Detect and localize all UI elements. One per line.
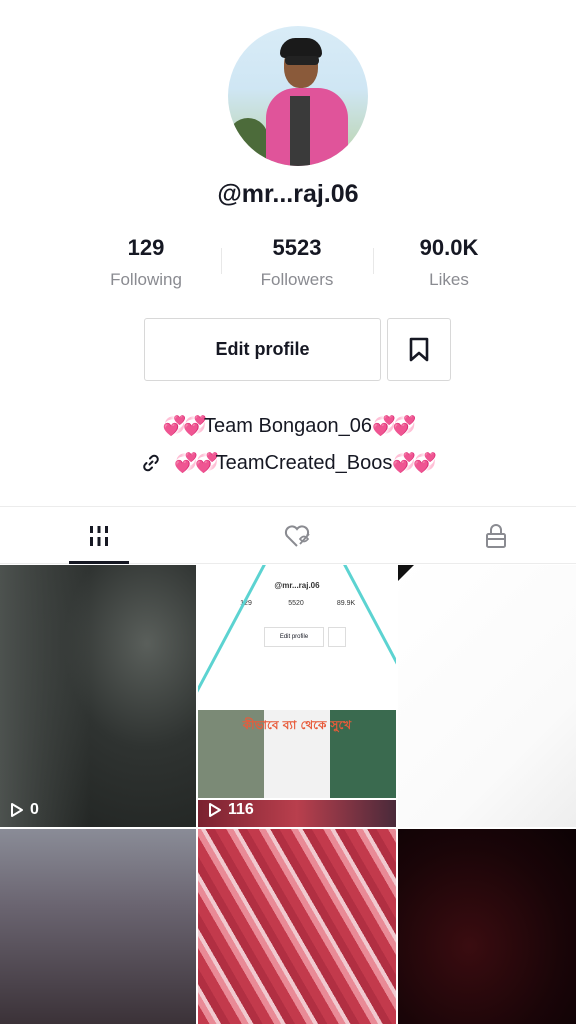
view-count-value: 116 xyxy=(228,801,254,818)
bookmark-icon xyxy=(409,337,429,361)
tab-videos[interactable] xyxy=(3,507,195,565)
embedded-profile-screenshot: @mr...raj.06 129 5520 89.9K Edit profile… xyxy=(198,565,396,827)
video-grid: 0 @mr...raj.06 129 5520 89.9K Edit profi… xyxy=(0,565,576,1024)
hearts-emoji: 💞💞 xyxy=(392,453,436,474)
heart-hidden-icon xyxy=(284,525,310,547)
avatar-sunglasses xyxy=(285,56,319,65)
view-count: 116 xyxy=(208,801,254,819)
stat-likes-label: Likes xyxy=(429,270,469,289)
lock-icon xyxy=(486,524,506,548)
thumb-corner xyxy=(398,565,414,581)
avatar-tree xyxy=(228,118,268,166)
profile-avatar[interactable] xyxy=(228,26,368,166)
hearts-emoji: 💞💞 xyxy=(174,453,218,474)
play-icon xyxy=(209,803,221,817)
hearts-emoji: 💞💞 xyxy=(371,416,416,437)
bio-line-1: 💞💞Team Bongaon_06💞💞 xyxy=(0,414,576,438)
video-thumbnail[interactable]: 0 xyxy=(0,565,196,827)
favorites-button[interactable] xyxy=(387,318,451,381)
mini-bookmark xyxy=(328,627,346,647)
avatar-hair xyxy=(280,38,322,58)
link-icon xyxy=(143,454,160,472)
username: @mr...raj.06 xyxy=(217,180,359,208)
tab-liked[interactable] xyxy=(202,507,394,565)
forest-fog xyxy=(0,565,90,827)
bio-link[interactable]: 💞💞TeamCreated_Boos💞💞 xyxy=(0,451,576,475)
profile-tabs xyxy=(0,506,576,564)
tab-private[interactable] xyxy=(400,507,576,565)
active-tab-indicator xyxy=(69,561,129,564)
video-thumbnail[interactable] xyxy=(398,829,576,1024)
view-count-value: 0 xyxy=(30,801,39,818)
hearts-emoji: 💞💞 xyxy=(162,416,207,437)
stat-likes[interactable]: 90.0K Likes xyxy=(359,234,539,294)
bio-text-1: Team Bongaon_06 xyxy=(204,415,372,437)
mini-username: @mr...raj.06 xyxy=(274,581,320,590)
bio-text-2: TeamCreated_Boos xyxy=(215,452,393,474)
mini-edit-button: Edit profile xyxy=(264,627,324,647)
play-icon xyxy=(11,803,23,817)
stat-likes-value: 90.0K xyxy=(419,235,479,260)
avatar-shirt xyxy=(290,96,310,166)
grid-bars-icon xyxy=(90,526,108,546)
video-thumbnail[interactable] xyxy=(198,829,396,1024)
view-count: 0 xyxy=(10,801,39,819)
video-thumbnail[interactable] xyxy=(0,829,196,1024)
edit-profile-button[interactable]: Edit profile xyxy=(144,318,381,381)
video-thumbnail[interactable] xyxy=(398,565,576,827)
mini-caption: কীভাবে ব্যা থেকে সুখে xyxy=(242,718,352,732)
video-thumbnail[interactable]: @mr...raj.06 129 5520 89.9K Edit profile… xyxy=(198,565,396,827)
